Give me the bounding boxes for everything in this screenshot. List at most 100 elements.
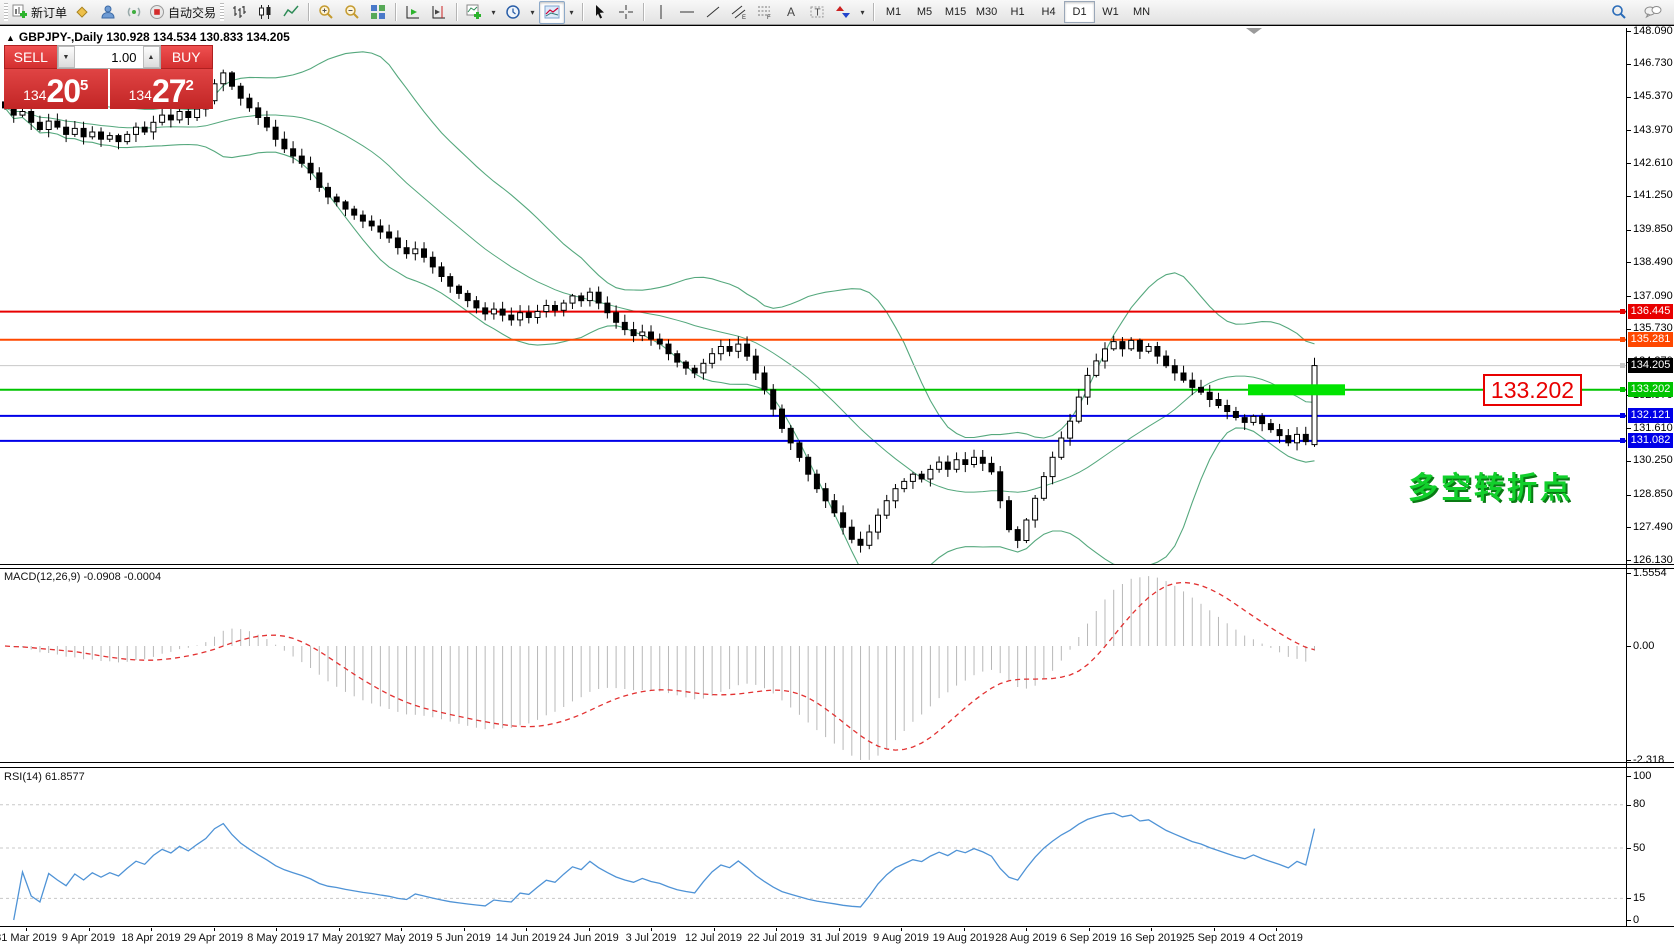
vertical-line-button[interactable]	[648, 1, 674, 24]
rsi-axis-label: 15	[1633, 892, 1645, 904]
templates-dropdown[interactable]: ▾	[565, 1, 578, 24]
chat-button[interactable]	[1640, 1, 1666, 24]
date-axis-label: 6 Sep 2019	[1060, 932, 1116, 944]
cursor-button[interactable]	[587, 1, 613, 24]
search-button[interactable]	[1606, 1, 1632, 24]
level-endpoint-marker[interactable]	[1620, 413, 1625, 418]
arrows-dropdown[interactable]: ▾	[856, 1, 869, 24]
indicators-button[interactable]	[461, 1, 487, 24]
timeframe-H4[interactable]: H4	[1033, 1, 1064, 23]
timeframe-M15[interactable]: M15	[940, 1, 971, 23]
trendline-icon	[705, 4, 721, 20]
price-axis-label: 126.130	[1633, 554, 1673, 566]
zoom-out-button[interactable]	[339, 1, 365, 24]
timeframe-H1[interactable]: H1	[1002, 1, 1033, 23]
rsi-label: RSI(14) 61.8577	[4, 771, 85, 783]
toolbar-separator	[395, 3, 396, 21]
zoom-in-icon	[318, 4, 334, 20]
price-axis-label: 139.850	[1633, 223, 1673, 235]
volume-input[interactable]	[75, 46, 143, 68]
text-button[interactable]: A	[778, 1, 804, 24]
svg-text:A: A	[787, 5, 795, 19]
price-axis-tick	[1627, 573, 1631, 574]
equidistant-channel-button[interactable]: E	[726, 1, 752, 24]
fibonacci-icon: F	[757, 4, 773, 20]
level-endpoint-marker[interactable]	[1620, 309, 1625, 314]
level-endpoint-marker[interactable]	[1620, 438, 1625, 443]
level-endpoint-marker[interactable]	[1620, 363, 1625, 368]
svg-text:F: F	[767, 15, 771, 20]
trendline-button[interactable]	[700, 1, 726, 24]
chinese-note-text[interactable]: 多空转折点	[1408, 463, 1573, 507]
candlestick-icon	[257, 4, 273, 20]
macd-pane[interactable]	[0, 568, 1626, 762]
sell-button[interactable]: SELL	[4, 45, 57, 69]
price-axis-label: 145.370	[1633, 90, 1673, 102]
date-axis-tick	[776, 928, 777, 931]
price-axis-tick	[1627, 230, 1631, 231]
toolbar: 新订单 自动交易 ▾ ▾	[0, 0, 1674, 25]
svg-text:E: E	[742, 15, 746, 20]
templates-button[interactable]	[539, 1, 565, 24]
rsi-pane[interactable]	[0, 768, 1626, 926]
price-axis-tick	[1627, 646, 1631, 647]
signals-button[interactable]	[121, 1, 147, 24]
date-axis-tick	[1214, 928, 1215, 931]
price-axis-tick	[1627, 64, 1631, 65]
price-axis-tick	[1627, 196, 1631, 197]
date-axis-tick	[1026, 928, 1027, 931]
date-axis-label: 24 Jun 2019	[558, 932, 619, 944]
fibonacci-button[interactable]: F	[752, 1, 778, 24]
tile-windows-button[interactable]	[365, 1, 391, 24]
buy-price-display[interactable]: 134272	[110, 69, 214, 109]
volume-stepper: ▼ ▲	[57, 45, 161, 69]
new-order-button[interactable]: 新订单	[10, 1, 69, 24]
data-window-button[interactable]	[95, 1, 121, 24]
volume-increase-button[interactable]: ▲	[143, 46, 160, 68]
zoom-in-button[interactable]	[313, 1, 339, 24]
price-axis-tick	[1627, 920, 1631, 921]
periods-button[interactable]	[500, 1, 526, 24]
timeframe-M1[interactable]: M1	[878, 1, 909, 23]
crosshair-button[interactable]	[613, 1, 639, 24]
line-chart-button[interactable]	[278, 1, 304, 24]
timeframe-MN[interactable]: MN	[1126, 1, 1157, 23]
date-axis-label: 22 Jul 2019	[748, 932, 805, 944]
buy-button[interactable]: BUY	[161, 45, 214, 69]
horizontal-line-button[interactable]	[674, 1, 700, 24]
timeframe-M5[interactable]: M5	[909, 1, 940, 23]
arrows-button[interactable]	[830, 1, 856, 24]
timeframe-M30[interactable]: M30	[971, 1, 1002, 23]
price-axis-label: 137.090	[1633, 290, 1673, 302]
main-price-chart[interactable]	[0, 28, 1626, 564]
date-axis-label: 8 May 2019	[247, 932, 304, 944]
date-axis-label: 31 Mar 2019	[0, 932, 57, 944]
template-icon	[544, 4, 560, 20]
bar-chart-button[interactable]	[226, 1, 252, 24]
level-endpoint-marker[interactable]	[1620, 387, 1625, 392]
one-click-trading-panel: SELL ▼ ▲ BUY 134205 134272	[4, 45, 213, 109]
timeframe-D1[interactable]: D1	[1064, 1, 1095, 23]
price-level-badge: 135.281	[1628, 332, 1673, 347]
auto-scroll-button[interactable]	[400, 1, 426, 24]
periods-dropdown[interactable]: ▾	[526, 1, 539, 24]
chart-shift-button[interactable]	[426, 1, 452, 24]
level-endpoint-marker[interactable]	[1620, 337, 1625, 342]
volume-decrease-button[interactable]: ▼	[58, 46, 75, 68]
text-label-button[interactable]: T	[804, 1, 830, 24]
price-annotation-box[interactable]: 133.202	[1483, 374, 1582, 406]
sell-price-display[interactable]: 134205	[4, 69, 108, 109]
market-watch-button[interactable]	[69, 1, 95, 24]
collapse-icon[interactable]: ▲	[6, 33, 15, 43]
price-axis-tick	[1627, 560, 1631, 561]
candlestick-chart-button[interactable]	[252, 1, 278, 24]
price-axis-tick	[1627, 428, 1631, 429]
auto-trading-button[interactable]: 自动交易	[147, 1, 218, 24]
timeframe-W1[interactable]: W1	[1095, 1, 1126, 23]
date-axis-label: 4 Oct 2019	[1249, 932, 1303, 944]
price-level-badge: 131.082	[1628, 433, 1673, 448]
indicators-dropdown[interactable]: ▾	[487, 1, 500, 24]
sell-price-prefix: 134	[23, 84, 46, 106]
price-axis-tick	[1627, 296, 1631, 297]
toolbar-separator	[308, 3, 309, 21]
